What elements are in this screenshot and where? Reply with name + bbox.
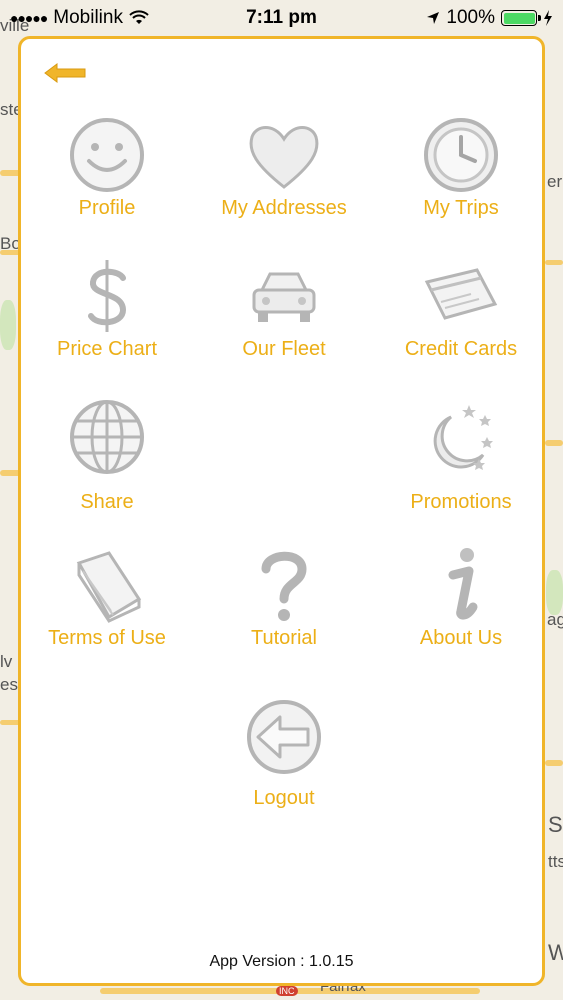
- clock-icon: [424, 118, 498, 192]
- menu-item-label: Our Fleet: [242, 338, 326, 360]
- menu-item-my-addresses[interactable]: My Addresses: [196, 115, 372, 220]
- map-label: tts: [548, 852, 563, 871]
- status-time: 7:11 pm: [246, 7, 317, 28]
- map-label: W: [548, 940, 563, 965]
- status-bar: ●●●●● Mobilink 7:11 pm 100%: [0, 0, 563, 36]
- menu-item-my-trips[interactable]: My Trips: [373, 115, 549, 220]
- wifi-icon: [129, 10, 149, 24]
- menu-panel: Profile My Addresses My Trips Price Char…: [18, 36, 545, 986]
- menu-item-label: Promotions: [410, 491, 512, 513]
- map-label: es: [0, 675, 18, 694]
- battery-icon: [501, 10, 541, 26]
- menu-item-share[interactable]: Share: [19, 397, 195, 514]
- back-arrow-circle-icon: [247, 700, 321, 774]
- smiley-icon: [70, 118, 144, 192]
- menu-item-label: Credit Cards: [404, 338, 518, 360]
- menu-item-price-chart[interactable]: Price Chart: [19, 256, 195, 361]
- map-label: lv: [0, 652, 13, 671]
- moon-stars-icon: [433, 405, 493, 470]
- dollar-icon: [88, 260, 127, 332]
- menu-item-promotions[interactable]: Promotions: [373, 397, 549, 514]
- map-label: er: [547, 172, 563, 191]
- battery-percent: 100%: [446, 7, 495, 28]
- charging-bolt-icon: [544, 10, 552, 26]
- menu-item-label: Price Chart: [56, 338, 158, 360]
- menu-item-label: About Us: [419, 627, 503, 649]
- map-label: S: [548, 812, 563, 837]
- menu-item-label: Profile: [78, 197, 136, 219]
- menu-item-about-us[interactable]: About Us: [373, 545, 549, 650]
- carrier-name: Mobilink: [53, 7, 123, 28]
- book-icon: [76, 551, 142, 623]
- signal-strength-icon: ●●●●●: [10, 10, 48, 26]
- map-label: INC: [276, 986, 298, 996]
- menu-item-terms-of-use[interactable]: Terms of Use: [19, 545, 195, 650]
- credit-card-icon: [424, 268, 498, 320]
- menu-item-label: Share: [80, 491, 134, 513]
- question-icon: [261, 551, 307, 621]
- car-icon: [252, 272, 316, 322]
- location-arrow-icon: [427, 12, 440, 24]
- menu-item-credit-cards[interactable]: Credit Cards: [373, 256, 549, 361]
- menu-item-label: My Trips: [423, 197, 499, 219]
- menu-item-label: My Addresses: [221, 197, 347, 219]
- info-icon: [448, 548, 478, 620]
- menu-item-label: Tutorial: [251, 627, 317, 649]
- globe-icon: [70, 400, 144, 474]
- menu-item-label: Terms of Use: [48, 627, 166, 649]
- app-version: App Version : 1.0.15: [209, 953, 354, 970]
- menu-item-label: Logout: [253, 787, 315, 809]
- menu-item-tutorial[interactable]: Tutorial: [196, 545, 372, 650]
- heart-icon: [249, 126, 319, 189]
- menu-item-logout[interactable]: Logout: [196, 697, 372, 810]
- map-label: ag: [547, 610, 563, 629]
- menu-item-profile[interactable]: Profile: [19, 115, 195, 220]
- menu-item-our-fleet[interactable]: Our Fleet: [196, 256, 372, 361]
- back-arrow-icon[interactable]: [43, 61, 87, 85]
